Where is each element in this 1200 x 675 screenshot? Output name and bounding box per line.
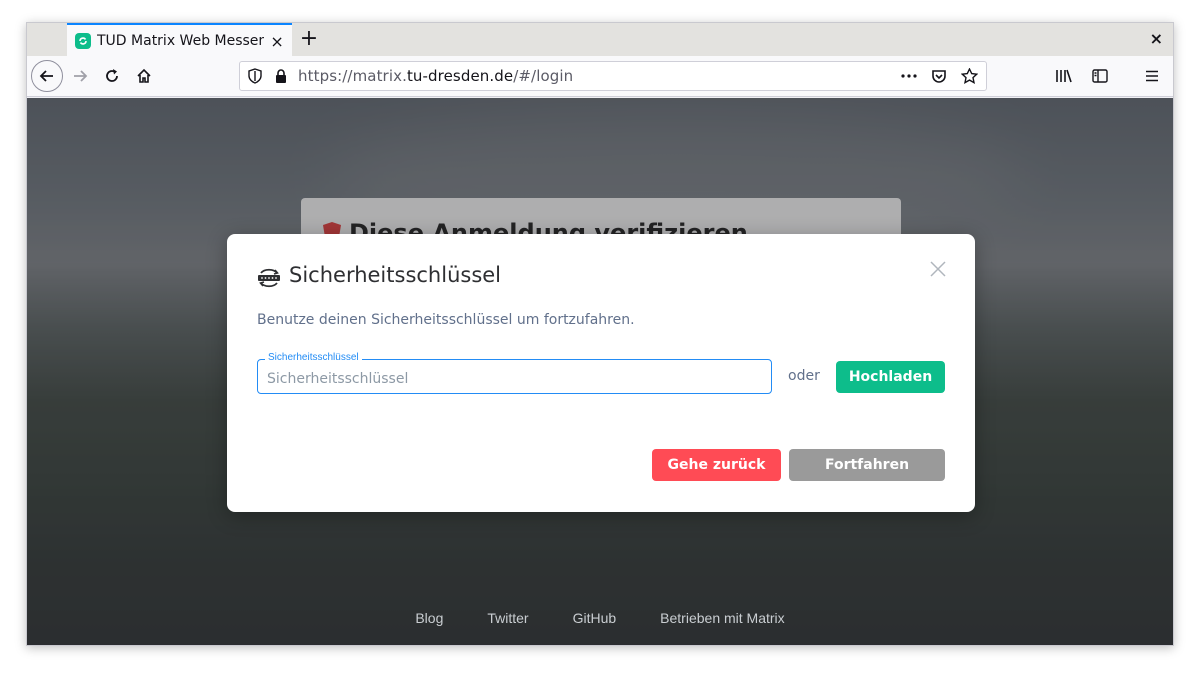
security-key-field[interactable]: Sicherheitsschlüssel xyxy=(257,352,772,394)
page-actions-icon[interactable] xyxy=(898,65,920,87)
go-back-button[interactable]: Gehe zurück xyxy=(652,449,781,481)
arrow-right-icon xyxy=(74,70,88,82)
lock-icon[interactable] xyxy=(270,65,292,87)
matrix-favicon-icon xyxy=(75,33,91,49)
tab-strip: TUD Matrix Web Messenger × + × xyxy=(27,23,1173,57)
url-bar[interactable]: https://matrix.tu-dresden.de/#/login xyxy=(239,61,987,91)
security-key-icon xyxy=(258,268,280,288)
close-icon[interactable] xyxy=(929,260,947,278)
url-prefix: https://matrix. xyxy=(298,67,407,85)
tab-title: TUD Matrix Web Messenger xyxy=(97,33,264,49)
dialog-description: Benutze deinen Sicherheitsschlüssel um f… xyxy=(257,312,635,328)
dialog-title: Sicherheitsschlüssel xyxy=(289,263,502,287)
library-icon[interactable] xyxy=(1049,61,1079,91)
home-icon xyxy=(137,68,151,83)
bookmark-star-icon[interactable] xyxy=(958,65,980,87)
upload-button[interactable]: Hochladen xyxy=(836,361,945,393)
toolbar-spacer xyxy=(1121,61,1131,91)
reload-button[interactable] xyxy=(97,61,127,91)
hamburger-menu-icon[interactable] xyxy=(1137,61,1167,91)
navigation-bar: https://matrix.tu-dresden.de/#/login xyxy=(27,56,1173,97)
security-key-dialog: Sicherheitsschlüssel Benutze deinen Sich… xyxy=(227,234,975,512)
pocket-icon[interactable] xyxy=(928,65,950,87)
browser-window: TUD Matrix Web Messenger × + × https://m… xyxy=(26,22,1174,646)
forward-button[interactable] xyxy=(65,61,95,91)
url-host: tu-dresden.de xyxy=(406,67,514,85)
reload-icon xyxy=(106,69,118,82)
window-close-button[interactable]: × xyxy=(1150,29,1163,48)
footer-link-twitter[interactable]: Twitter xyxy=(487,610,528,626)
footer-link-github[interactable]: GitHub xyxy=(573,610,617,626)
tab-close-icon[interactable]: × xyxy=(268,32,286,51)
security-key-field-label: Sicherheitsschlüssel xyxy=(265,352,362,363)
footer-link-blog[interactable]: Blog xyxy=(415,610,443,626)
or-label: oder xyxy=(788,368,820,384)
shield-icon[interactable] xyxy=(244,65,266,87)
home-button[interactable] xyxy=(129,61,159,91)
footer-links: Blog Twitter GitHub Betrieben mit Matrix xyxy=(27,610,1173,626)
security-key-input[interactable] xyxy=(258,360,771,393)
continue-button[interactable]: Fortfahren xyxy=(789,449,945,481)
back-button[interactable] xyxy=(31,60,63,92)
sidebar-icon[interactable] xyxy=(1085,61,1115,91)
footer-link-powered-by-matrix[interactable]: Betrieben mit Matrix xyxy=(660,610,784,626)
browser-tab[interactable]: TUD Matrix Web Messenger × xyxy=(67,23,292,57)
arrow-left-icon xyxy=(39,70,53,82)
page-content: Diese Anmeldung verifizieren Blog Twitte… xyxy=(27,98,1173,645)
url-text[interactable]: https://matrix.tu-dresden.de/#/login xyxy=(298,67,573,85)
url-path: /#/login xyxy=(513,67,574,85)
new-tab-button[interactable]: + xyxy=(297,27,321,51)
